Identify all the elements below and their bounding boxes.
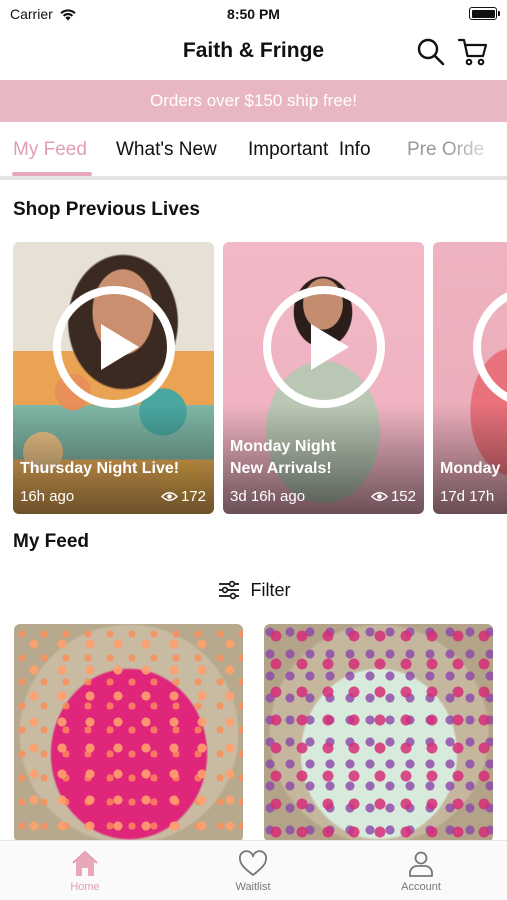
- previous-lives-title: Shop Previous Lives: [13, 199, 200, 220]
- cart-button[interactable]: [457, 36, 489, 68]
- filter-label: Filter: [250, 579, 291, 600]
- product-card[interactable]: [14, 624, 243, 842]
- live-meta: 3d 16h ago 152: [230, 488, 416, 505]
- product-image: [14, 624, 243, 842]
- promo-banner[interactable]: Orders over $150 ship free!: [0, 80, 507, 122]
- live-view-count: 172: [180, 488, 206, 505]
- product-card[interactable]: [264, 624, 493, 842]
- live-time-ago: 17d 17h: [440, 488, 495, 505]
- filter-button[interactable]: Filter: [0, 575, 507, 605]
- tabbar-waitlist-label: Waitlist: [235, 881, 271, 893]
- live-title: Monday Night New Arrivals!: [230, 438, 336, 477]
- live-time-ago: 3d 16h ago: [230, 488, 306, 505]
- live-title: Monday: [440, 460, 501, 477]
- tabbar-home-label: Home: [70, 881, 100, 893]
- status-time: 8:50 PM: [227, 6, 280, 22]
- feed-title: My Feed: [13, 531, 90, 552]
- live-card[interactable]: Monday 17d 17h: [433, 242, 507, 514]
- tab-important-info[interactable]: Important Info: [248, 139, 371, 161]
- cart-icon: [457, 38, 488, 66]
- search-icon: [417, 38, 445, 66]
- tabbar-waitlist[interactable]: Waitlist: [203, 849, 303, 893]
- tabs-fade: [447, 122, 507, 176]
- status-bar: Carrier 8:50 PM: [0, 0, 507, 28]
- live-card[interactable]: Thursday Night Live! 16h ago 172: [13, 242, 214, 514]
- product-image: [264, 624, 493, 842]
- live-views: 152: [370, 488, 416, 505]
- live-card[interactable]: Monday Night New Arrivals! 3d 16h ago 15…: [223, 242, 424, 514]
- previous-lives-carousel: Thursday Night Live! 16h ago 172 Monday …: [0, 242, 507, 516]
- tabbar-account-label: Account: [401, 881, 441, 893]
- battery-icon: [469, 7, 500, 20]
- home-icon: [72, 851, 98, 876]
- live-meta: 17d 17h: [440, 488, 507, 505]
- tabbar-home[interactable]: Home: [35, 849, 135, 893]
- play-icon: [52, 286, 175, 408]
- tab-whats-new[interactable]: What's New: [116, 139, 217, 161]
- person-icon: [409, 851, 433, 877]
- live-view-count: 152: [390, 488, 416, 505]
- search-button[interactable]: [415, 36, 447, 68]
- live-title: Thursday Night Live!: [20, 460, 180, 477]
- live-views: 172: [160, 488, 206, 505]
- play-icon: [262, 286, 385, 408]
- app-header: Faith & Fringe: [0, 28, 507, 78]
- heart-icon: [239, 850, 267, 876]
- live-meta: 16h ago 172: [20, 488, 206, 505]
- eye-icon: [160, 492, 178, 501]
- tab-indicator: [12, 172, 92, 176]
- bottom-tab-bar: Home Waitlist Account: [0, 840, 507, 900]
- eye-icon: [370, 492, 388, 501]
- live-time-ago: 16h ago: [20, 488, 75, 505]
- tabbar-account[interactable]: Account: [371, 849, 471, 893]
- tab-my-feed[interactable]: My Feed: [13, 139, 87, 161]
- filter-sliders-icon: [218, 580, 239, 600]
- category-tabs: My Feed What's New Important Info Pre Or…: [0, 122, 507, 180]
